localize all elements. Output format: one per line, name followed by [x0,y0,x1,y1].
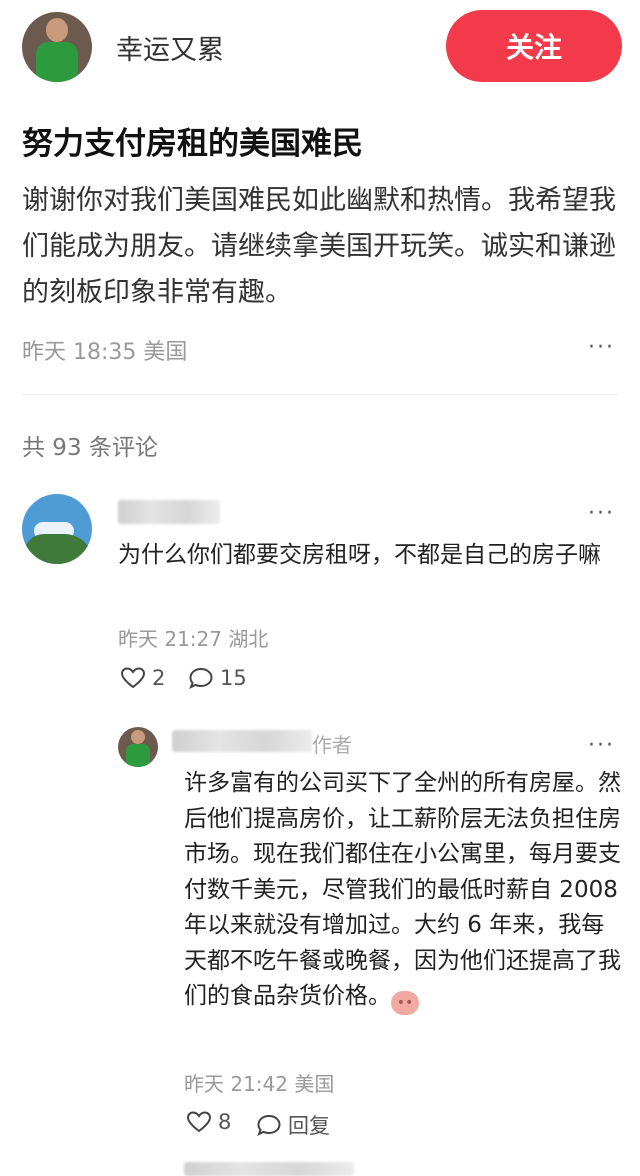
post-header: 幸运又累 关注 [0,0,640,95]
post-body: 谢谢你对我们美国难民如此幽默和热情。我希望我们能成为朋友。请继续拿美国开玩笑。诚… [22,185,616,308]
reply-like-button[interactable]: 8 [186,1110,231,1134]
like-count: 8 [218,1110,232,1134]
commenter-name-blurred [118,500,220,524]
author-badge: 作者 [312,733,352,757]
reply-author-avatar[interactable] [118,727,158,767]
commenter-avatar[interactable] [22,494,92,564]
comment-like-button[interactable]: 2 [120,666,165,690]
comment-more-icon[interactable]: ··· [588,501,615,526]
comment-bubble-icon [257,1114,281,1136]
follow-button[interactable]: 关注 [446,10,622,82]
heart-icon [186,1111,212,1133]
reply-button[interactable]: 回复 [256,1110,330,1140]
pig-emoji-icon: •• [391,991,419,1015]
heart-icon [120,667,146,689]
reply-author-name-blurred [172,730,312,752]
reply-meta: 昨天 21:42 美国 [184,1072,335,1096]
reply-more-icon[interactable]: ··· [588,733,615,758]
reply-text: 许多富有的公司买下了全州的所有房屋。然后他们提高房价，让工薪阶层无法负担住房市场… [184,766,624,1015]
divider [22,394,618,395]
reply-label: 回复 [288,1114,330,1138]
comment-meta: 昨天 21:27 湖北 [118,627,269,651]
post-meta: 昨天 18:35 美国 [22,340,188,365]
like-count: 2 [152,666,166,690]
reply-count: 15 [220,666,247,690]
author-avatar[interactable] [22,12,92,82]
comment-reply-button[interactable]: 15 [188,666,247,690]
comment-text: 为什么你们都要交房租呀，不都是自己的房子嘛 [118,542,601,568]
comment-bubble-icon [189,667,213,689]
author-name[interactable]: 幸运又累 [116,28,224,67]
post-title: 努力支付房租的美国难民 [22,126,363,162]
post-more-icon[interactable]: ··· [588,335,615,360]
comment-count: 共 93 条评论 [22,435,158,461]
